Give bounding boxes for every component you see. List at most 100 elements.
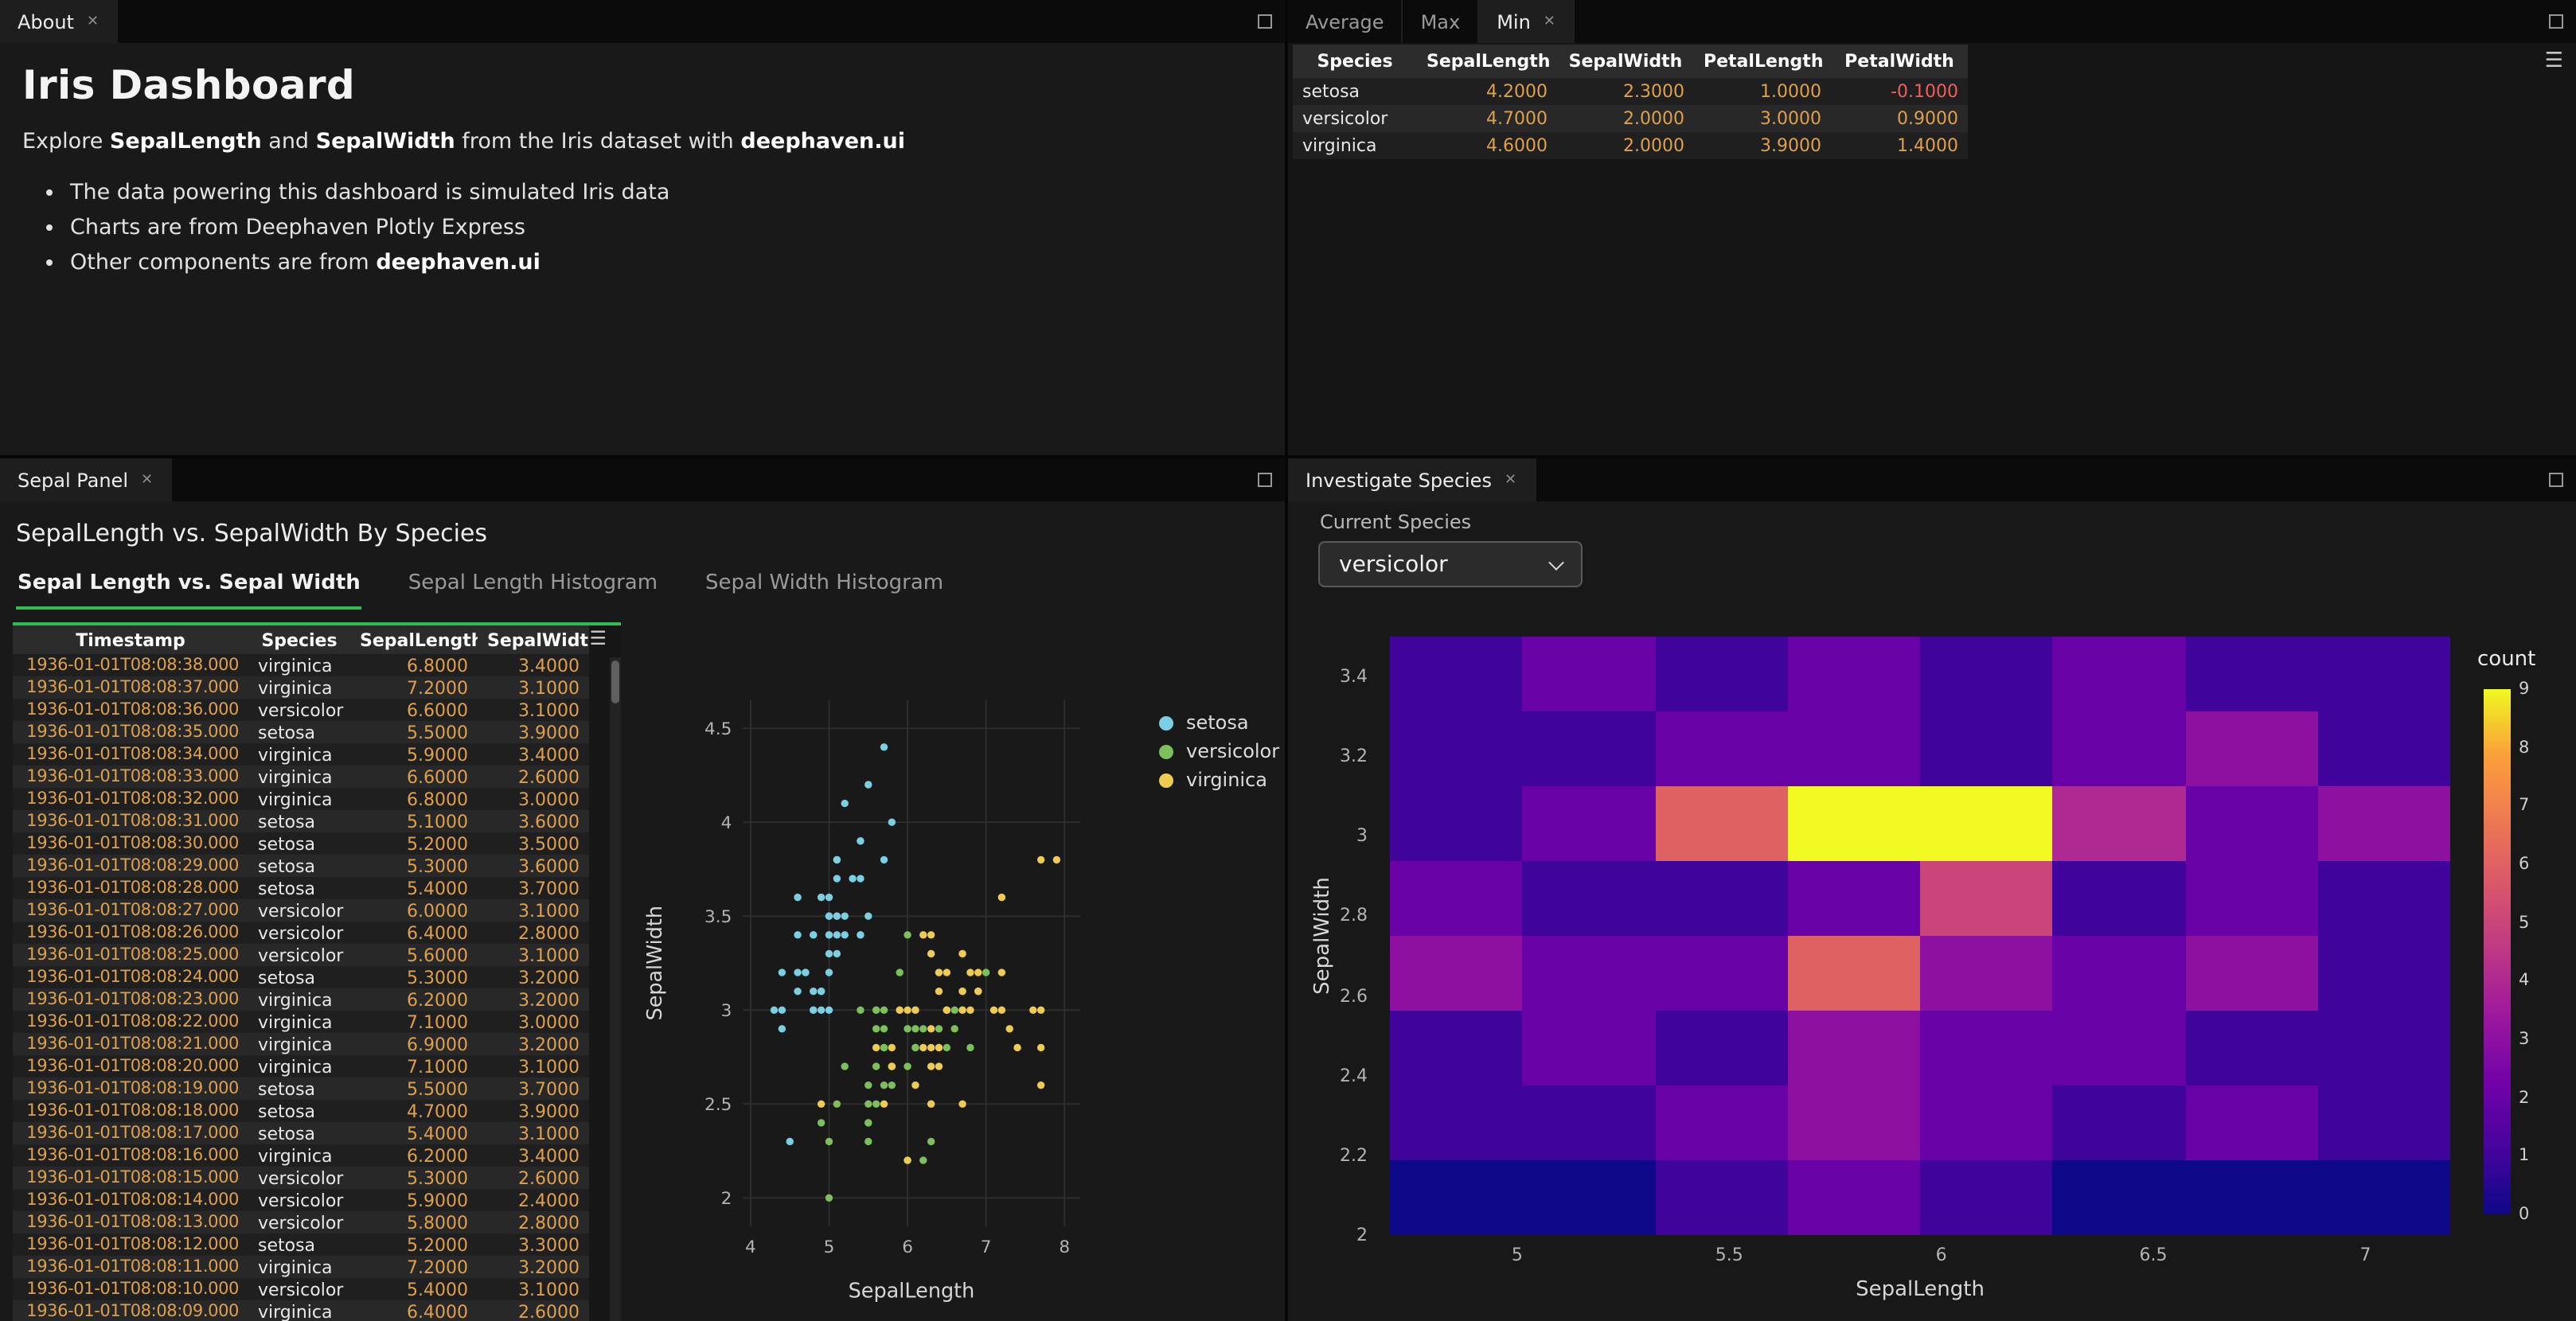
column-header-sepallength[interactable]: SepalLength: [350, 625, 478, 654]
table-row[interactable]: 1936-01-01T08:08:20.000virginica7.10003.…: [13, 1055, 589, 1077]
cell[interactable]: 1936-01-01T08:08:30.000: [13, 832, 248, 855]
tab-sepal-panel[interactable]: Sepal Panel ✕: [0, 458, 172, 501]
cell[interactable]: virginica: [248, 676, 350, 699]
cell[interactable]: setosa: [1293, 78, 1417, 105]
cell[interactable]: 1936-01-01T08:08:25.000: [13, 944, 248, 966]
heatmap-cell[interactable]: [2185, 1160, 2319, 1235]
table-row[interactable]: 1936-01-01T08:08:13.000versicolor5.80002…: [13, 1211, 589, 1233]
cell[interactable]: 1936-01-01T08:08:27.000: [13, 899, 248, 922]
cell[interactable]: 3.9000: [478, 1100, 589, 1122]
close-icon[interactable]: ✕: [1544, 14, 1555, 29]
cell[interactable]: 3.1000: [478, 676, 589, 699]
table-row[interactable]: 1936-01-01T08:08:19.000setosa5.50003.700…: [13, 1077, 589, 1100]
cell[interactable]: 7.1000: [350, 1055, 478, 1077]
table-row[interactable]: 1936-01-01T08:08:35.000setosa5.50003.900…: [13, 721, 589, 743]
cell[interactable]: 1936-01-01T08:08:09.000: [13, 1300, 248, 1321]
cell[interactable]: 1936-01-01T08:08:34.000: [13, 743, 248, 766]
cell[interactable]: 1936-01-01T08:08:33.000: [13, 766, 248, 788]
heatmap-cell[interactable]: [2053, 786, 2187, 862]
table-row[interactable]: 1936-01-01T08:08:31.000setosa5.10003.600…: [13, 810, 589, 832]
table-row[interactable]: 1936-01-01T08:08:21.000virginica6.90003.…: [13, 1033, 589, 1055]
cell[interactable]: 1936-01-01T08:08:36.000: [13, 699, 248, 721]
cell[interactable]: versicolor: [248, 1167, 350, 1189]
cell[interactable]: 5.1000: [350, 810, 478, 832]
maximize-icon[interactable]: [1243, 458, 1285, 501]
cell[interactable]: setosa: [248, 1122, 350, 1144]
cell[interactable]: 3.0000: [1694, 105, 1831, 132]
cell[interactable]: virginica: [248, 1144, 350, 1167]
tab-max[interactable]: Max: [1403, 0, 1480, 43]
cell[interactable]: 4.6000: [1417, 132, 1557, 159]
cell[interactable]: virginica: [248, 743, 350, 766]
cell[interactable]: 3.2000: [478, 1256, 589, 1278]
cell[interactable]: 3.4000: [478, 1144, 589, 1167]
cell[interactable]: 6.6000: [350, 766, 478, 788]
cell[interactable]: versicolor: [248, 899, 350, 922]
cell[interactable]: 3.1000: [478, 944, 589, 966]
heatmap-cell[interactable]: [1655, 1085, 1789, 1161]
column-header-petallength[interactable]: PetalLength: [1694, 45, 1831, 78]
cell[interactable]: 4.7000: [1417, 105, 1557, 132]
column-header-species[interactable]: Species: [1293, 45, 1417, 78]
cell[interactable]: 5.3000: [350, 1167, 478, 1189]
cell[interactable]: 2.8000: [478, 922, 589, 944]
cell[interactable]: 7.2000: [350, 676, 478, 699]
table-row[interactable]: 1936-01-01T08:08:14.000versicolor5.90002…: [13, 1189, 589, 1211]
heatmap-cell[interactable]: [2053, 1085, 2187, 1161]
cell[interactable]: 1936-01-01T08:08:16.000: [13, 1144, 248, 1167]
cell[interactable]: setosa: [248, 855, 350, 877]
cell[interactable]: 3.0000: [478, 788, 589, 810]
close-icon[interactable]: ✕: [1505, 472, 1516, 488]
cell[interactable]: versicolor: [248, 699, 350, 721]
cell[interactable]: setosa: [248, 832, 350, 855]
table-menu-icon[interactable]: ☰: [589, 627, 607, 649]
cell[interactable]: 2.6000: [478, 1167, 589, 1189]
heatmap-cell[interactable]: [2185, 861, 2319, 937]
heatmap-cell[interactable]: [1655, 637, 1789, 712]
heatmap-cell[interactable]: [1390, 637, 1524, 712]
cell[interactable]: 6.6000: [350, 699, 478, 721]
cell[interactable]: 1936-01-01T08:08:14.000: [13, 1189, 248, 1211]
close-icon[interactable]: ✕: [87, 14, 99, 29]
tab-average[interactable]: Average: [1288, 0, 1403, 43]
cell[interactable]: 2.8000: [478, 1211, 589, 1233]
heatmap-cell[interactable]: [1390, 711, 1524, 787]
cell[interactable]: setosa: [248, 1233, 350, 1256]
table-row[interactable]: setosa4.20002.30001.0000-0.1000: [1293, 78, 1968, 105]
legend-item-virginica[interactable]: virginica: [1159, 769, 1279, 791]
cell[interactable]: 1936-01-01T08:08:37.000: [13, 676, 248, 699]
heatmap-cell[interactable]: [1788, 1011, 1922, 1086]
cell[interactable]: 0.9000: [1831, 105, 1968, 132]
heatmap-cell[interactable]: [1390, 936, 1524, 1011]
cell[interactable]: 1936-01-01T08:08:32.000: [13, 788, 248, 810]
heatmap-cell[interactable]: [1655, 1160, 1789, 1235]
heatmap-cell[interactable]: [2318, 711, 2451, 787]
table-row[interactable]: 1936-01-01T08:08:24.000setosa5.30003.200…: [13, 966, 589, 988]
heatmap-cell[interactable]: [1920, 861, 2054, 937]
cell[interactable]: 5.6000: [350, 944, 478, 966]
heatmap-cell[interactable]: [1523, 936, 1657, 1011]
heatmap-cell[interactable]: [1390, 861, 1524, 937]
heatmap-cell[interactable]: [1920, 1160, 2054, 1235]
table-row[interactable]: 1936-01-01T08:08:23.000virginica6.20003.…: [13, 988, 589, 1011]
cell[interactable]: setosa: [248, 721, 350, 743]
tab-investigate-species[interactable]: Investigate Species ✕: [1288, 458, 1536, 501]
table-row[interactable]: 1936-01-01T08:08:22.000virginica7.10003.…: [13, 1011, 589, 1033]
heatmap-cell[interactable]: [1788, 637, 1922, 712]
cell[interactable]: 1936-01-01T08:08:11.000: [13, 1256, 248, 1278]
table-row[interactable]: 1936-01-01T08:08:33.000virginica6.60002.…: [13, 766, 589, 788]
table-row[interactable]: 1936-01-01T08:08:10.000versicolor5.40003…: [13, 1278, 589, 1300]
cell[interactable]: 6.2000: [350, 988, 478, 1011]
cell[interactable]: 1936-01-01T08:08:15.000: [13, 1167, 248, 1189]
cell[interactable]: 2.0000: [1557, 132, 1694, 159]
heatmap-cell[interactable]: [1523, 861, 1657, 937]
cell[interactable]: 1936-01-01T08:08:23.000: [13, 988, 248, 1011]
heatmap-cell[interactable]: [1788, 1160, 1922, 1235]
heatmap-cell[interactable]: [1390, 1160, 1524, 1235]
table-row[interactable]: 1936-01-01T08:08:16.000virginica6.20003.…: [13, 1144, 589, 1167]
cell[interactable]: setosa: [248, 1077, 350, 1100]
table-row[interactable]: 1936-01-01T08:08:29.000setosa5.30003.600…: [13, 855, 589, 877]
scrollbar[interactable]: [610, 657, 621, 1321]
heatmap-cell[interactable]: [2318, 637, 2451, 712]
table-row[interactable]: 1936-01-01T08:08:38.000virginica6.80003.…: [13, 654, 589, 676]
